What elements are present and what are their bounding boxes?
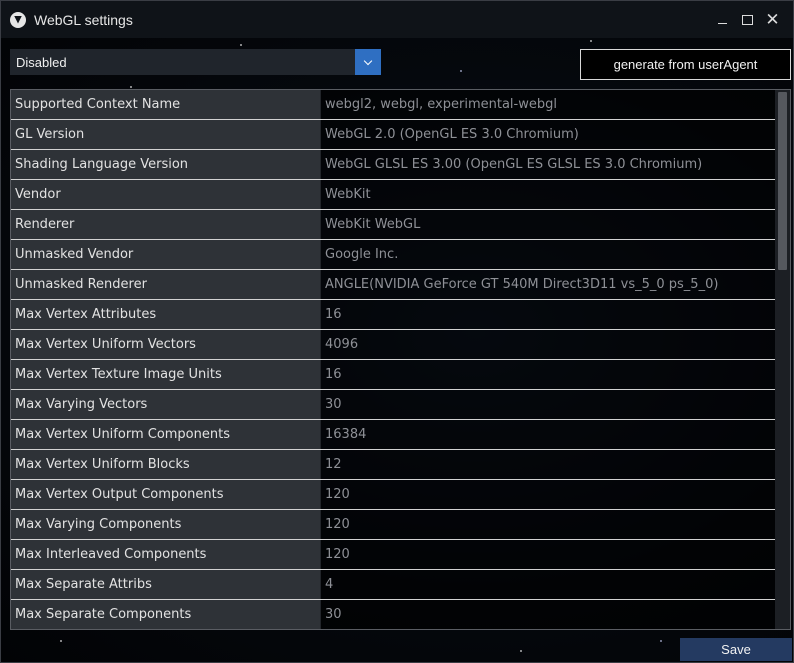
maximize-button[interactable] (735, 10, 760, 30)
settings-row: Max Separate Components 30 (11, 600, 775, 629)
setting-value[interactable]: webgl2, webgl, experimental-webgl (321, 90, 775, 119)
setting-value[interactable]: 12 (321, 450, 775, 479)
mode-select-value: Disabled (16, 54, 67, 70)
close-icon: ✕ (765, 9, 780, 30)
setting-label: Shading Language Version (11, 150, 321, 179)
minimize-button[interactable] (710, 10, 735, 30)
close-button[interactable]: ✕ (760, 10, 785, 30)
setting-value[interactable]: WebGL 2.0 (OpenGL ES 3.0 Chromium) (321, 120, 775, 149)
vertical-scrollbar[interactable] (775, 90, 790, 629)
settings-row: Max Vertex Texture Image Units 16 (11, 360, 775, 390)
maximize-icon (742, 15, 753, 25)
setting-value[interactable]: 4 (321, 570, 775, 599)
settings-row: Max Vertex Uniform Vectors 4096 (11, 330, 775, 360)
settings-row: Vendor WebKit (11, 180, 775, 210)
save-button[interactable]: Save (680, 638, 792, 661)
setting-label: Max Vertex Texture Image Units (11, 360, 321, 389)
setting-label: Supported Context Name (11, 90, 321, 119)
setting-value[interactable]: WebKit WebGL (321, 210, 775, 239)
settings-row: Max Vertex Attributes 16 (11, 300, 775, 330)
window-title: WebGL settings (34, 11, 133, 28)
setting-value[interactable]: 4096 (321, 330, 775, 359)
webgl-settings-window: WebGL settings ✕ Disabled generate from … (0, 0, 794, 663)
setting-value[interactable]: 120 (321, 480, 775, 509)
settings-row: Max Vertex Uniform Blocks 12 (11, 450, 775, 480)
settings-row: Shading Language Version WebGL GLSL ES 3.… (11, 150, 775, 180)
setting-value[interactable]: 16 (321, 300, 775, 329)
app-logo-icon (10, 11, 26, 28)
setting-label: Max Vertex Uniform Vectors (11, 330, 321, 359)
setting-value[interactable]: 16 (321, 360, 775, 389)
mode-select[interactable]: Disabled (10, 49, 381, 75)
settings-row: Unmasked Renderer ANGLE(NVIDIA GeForce GT… (11, 270, 775, 300)
settings-table: Supported Context Name webgl2, webgl, exp… (10, 89, 791, 630)
setting-label: Max Vertex Uniform Blocks (11, 450, 321, 479)
setting-label: Unmasked Renderer (11, 270, 321, 299)
setting-label: Vendor (11, 180, 321, 209)
settings-row: Max Vertex Uniform Components 16384 (11, 420, 775, 450)
settings-row: Supported Context Name webgl2, webgl, exp… (11, 90, 775, 120)
setting-label: Max Separate Components (11, 600, 321, 629)
setting-value[interactable]: 30 (321, 600, 775, 629)
dropdown-toggle[interactable] (355, 49, 381, 75)
setting-value[interactable]: 30 (321, 390, 775, 419)
setting-label: Unmasked Vendor (11, 240, 321, 269)
setting-value[interactable]: 120 (321, 540, 775, 569)
chevron-down-icon (363, 56, 373, 65)
settings-row: Unmasked Vendor Google Inc. (11, 240, 775, 270)
minimize-icon (718, 22, 727, 25)
generate-from-useragent-button[interactable]: generate from userAgent (580, 49, 791, 80)
setting-label: Max Vertex Attributes (11, 300, 321, 329)
setting-value[interactable]: WebKit (321, 180, 775, 209)
settings-row: Renderer WebKit WebGL (11, 210, 775, 240)
setting-label: Max Interleaved Components (11, 540, 321, 569)
setting-value[interactable]: Google Inc. (321, 240, 775, 269)
settings-row: Max Separate Attribs 4 (11, 570, 775, 600)
setting-label: Max Varying Components (11, 510, 321, 539)
settings-row: Max Varying Vectors 30 (11, 390, 775, 420)
setting-label: Renderer (11, 210, 321, 239)
setting-value[interactable]: 16384 (321, 420, 775, 449)
setting-value[interactable]: WebGL GLSL ES 3.00 (OpenGL ES GLSL ES 3.… (321, 150, 775, 179)
setting-label: Max Vertex Output Components (11, 480, 321, 509)
settings-row: Max Varying Components 120 (11, 510, 775, 540)
setting-value[interactable]: 120 (321, 510, 775, 539)
title-bar[interactable]: WebGL settings ✕ (1, 1, 793, 38)
scrollbar-thumb[interactable] (778, 92, 787, 270)
window-controls: ✕ (710, 10, 785, 30)
setting-value[interactable]: ANGLE(NVIDIA GeForce GT 540M Direct3D11 … (321, 270, 775, 299)
settings-row: GL Version WebGL 2.0 (OpenGL ES 3.0 Chrom… (11, 120, 775, 150)
settings-row: Max Vertex Output Components 120 (11, 480, 775, 510)
settings-rows: Supported Context Name webgl2, webgl, exp… (11, 90, 775, 629)
setting-label: Max Vertex Uniform Components (11, 420, 321, 449)
setting-label: Max Separate Attribs (11, 570, 321, 599)
setting-label: Max Varying Vectors (11, 390, 321, 419)
setting-label: GL Version (11, 120, 321, 149)
settings-row: Max Interleaved Components 120 (11, 540, 775, 570)
